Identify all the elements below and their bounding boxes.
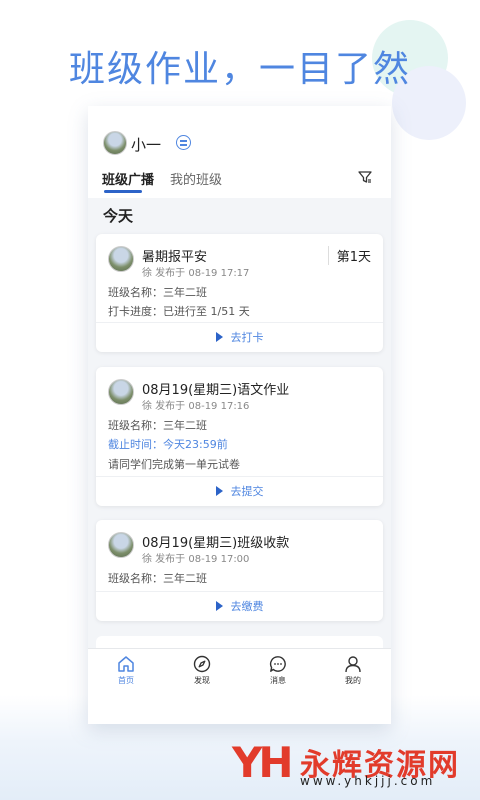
message-icon [269, 656, 286, 672]
pay-button[interactable]: 去缴费 [96, 591, 383, 621]
switch-account-icon[interactable] [176, 135, 191, 150]
tab-my-class[interactable]: 我的班级 [170, 169, 222, 188]
publisher-avatar [108, 379, 134, 405]
active-tab-indicator [104, 190, 142, 193]
compass-icon [193, 655, 211, 673]
day-badge: 第1天 [327, 246, 371, 265]
publisher-avatar [108, 532, 134, 558]
bottom-nav: 首页 发现 消息 我的 [88, 648, 391, 724]
watermark-logo: YH [232, 738, 294, 787]
nav-label: 我的 [345, 676, 361, 685]
nav-discover[interactable]: 发现 [177, 655, 227, 686]
promo-headline: 班级作业，一目了然 [68, 49, 411, 90]
filter-icon[interactable] [358, 170, 372, 184]
home-icon [118, 656, 134, 672]
submit-button[interactable]: 去提交 [96, 476, 383, 506]
nav-profile[interactable]: 我的 [328, 655, 378, 686]
play-icon [215, 486, 223, 496]
card-meta: 徐 发布于 08-19 17:16 [142, 401, 250, 412]
phone-screen: 小一 班级广播 我的班级 今天 暑期报平安 徐 发布于 08-19 17:17 … [88, 106, 391, 724]
card-safety-checkin[interactable]: 暑期报平安 徐 发布于 08-19 17:17 第1天 班级名称：三年二班 打卡… [96, 234, 383, 352]
card-meta: 徐 发布于 08-19 17:00 [142, 554, 250, 565]
card-line: 班级名称：三年二班 [108, 572, 207, 585]
user-name[interactable]: 小一 [131, 134, 161, 155]
card-class-payment[interactable]: 08月19(星期三)班级收款 徐 发布于 08-19 17:00 班级名称：三年… [96, 520, 383, 621]
watermark-url: www.yhkjjj.com [300, 774, 436, 788]
card-line: 请同学们完成第一单元试卷 [108, 458, 240, 471]
deadline-line: 截止时间：今天23:59前 [108, 438, 228, 451]
nav-home[interactable]: 首页 [101, 655, 151, 686]
card-line: 班级名称：三年二班 [108, 286, 207, 299]
card-meta: 徐 发布于 08-19 17:17 [142, 268, 250, 279]
person-icon [345, 656, 361, 673]
card-title: 08月19(星期三)语文作业 [142, 383, 290, 398]
nav-label: 发现 [194, 676, 210, 685]
card-chinese-homework[interactable]: 08月19(星期三)语文作业 徐 发布于 08-19 17:16 班级名称：三年… [96, 367, 383, 506]
card-line: 打卡进度：已进行至 1/51 天 [108, 305, 250, 318]
section-title-today: 今天 [103, 207, 134, 225]
card-title: 暑期报平安 [142, 250, 208, 265]
nav-label: 消息 [270, 676, 286, 685]
tab-class-broadcast[interactable]: 班级广播 [102, 169, 154, 188]
publisher-avatar [108, 246, 134, 272]
nav-label: 首页 [118, 676, 134, 685]
user-avatar[interactable] [103, 131, 127, 155]
play-icon [215, 332, 223, 342]
action-label: 去打卡 [230, 331, 264, 344]
nav-messages[interactable]: 消息 [253, 655, 303, 686]
play-icon [215, 601, 223, 611]
card-title: 08月19(星期三)班级收款 [142, 536, 290, 551]
action-label: 去提交 [230, 485, 264, 498]
card-line: 班级名称：三年二班 [108, 419, 207, 432]
action-label: 去缴费 [230, 600, 264, 613]
checkin-button[interactable]: 去打卡 [96, 322, 383, 352]
watermark: YH 永辉资源网 www.yhkjjj.com [232, 738, 472, 788]
top-bar: 小一 班级广播 我的班级 [88, 106, 391, 198]
